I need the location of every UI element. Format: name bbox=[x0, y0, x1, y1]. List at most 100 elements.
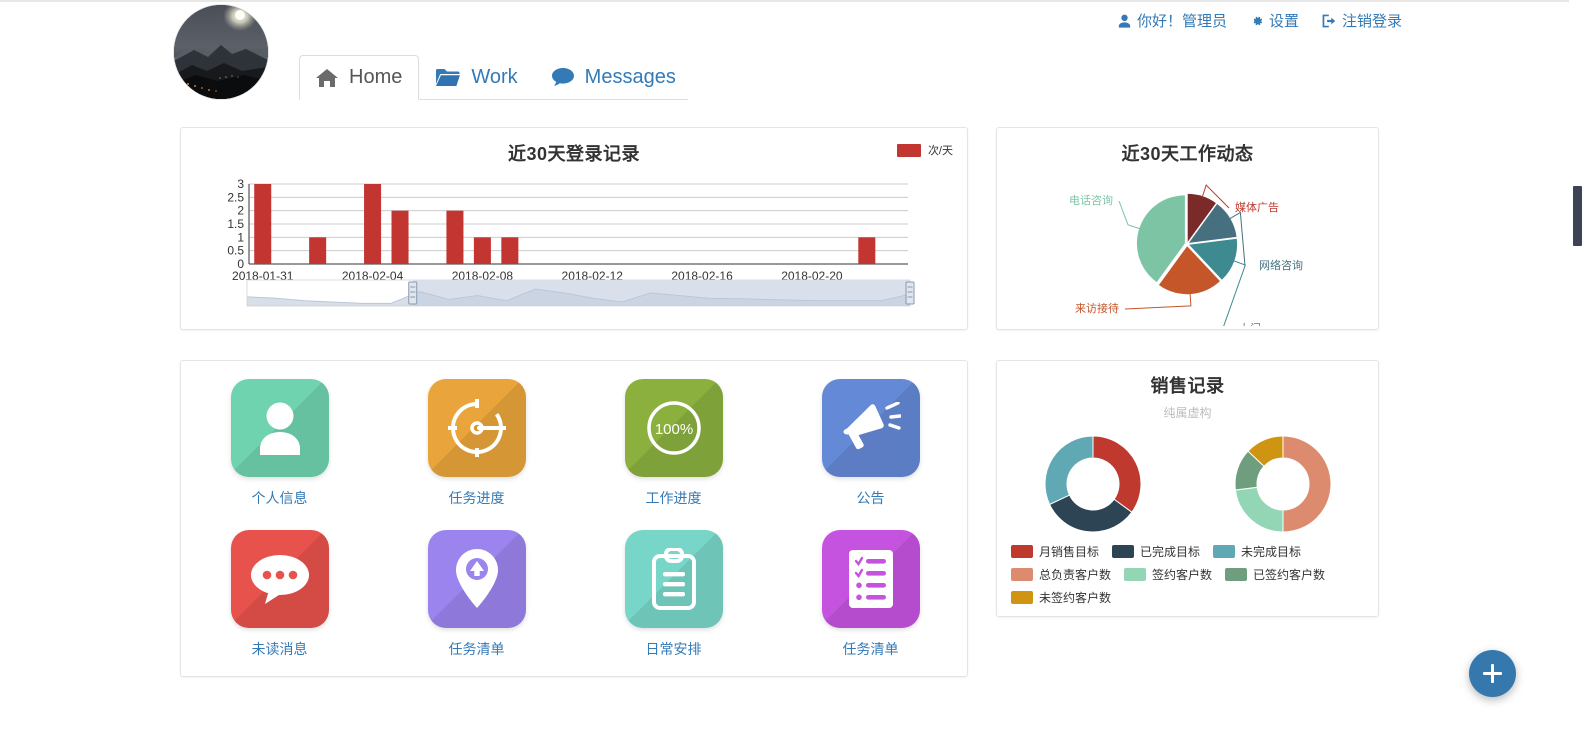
shortcut-tiles-grid: 个人信息 任务进度 100% 工作进度 公告未读消息 任务清单 日常安排 任务清单 bbox=[181, 379, 969, 659]
top-divider bbox=[0, 0, 1584, 2]
svg-text:1.5: 1.5 bbox=[227, 217, 244, 231]
sales-legend-label: 已完成目标 bbox=[1140, 545, 1201, 559]
pie-label: 上门 bbox=[1239, 321, 1261, 326]
settings-link[interactable]: 设置 bbox=[1249, 10, 1299, 31]
shortcut-tile-label[interactable]: 未读消息 bbox=[252, 639, 308, 659]
comment-icon bbox=[551, 68, 574, 87]
pie-label: 媒体广告 bbox=[1235, 200, 1279, 214]
svg-text:3: 3 bbox=[237, 177, 244, 191]
legend-swatch bbox=[1213, 545, 1236, 558]
page-scrollbar[interactable] bbox=[1569, 0, 1584, 753]
checklist-icon[interactable] bbox=[821, 530, 920, 628]
sales-legend-item[interactable]: 已完成目标 bbox=[1112, 543, 1200, 560]
legend-swatch bbox=[1011, 591, 1033, 604]
legend-swatch bbox=[1124, 568, 1147, 581]
login-record-title: 近30天登录记录 bbox=[507, 144, 641, 164]
login-record-panel: 近30天登录记录 次/天 0 0.5 1 1.5 2 2.5 3 2018-01-31 2018… bbox=[180, 127, 968, 330]
map-pin-icon[interactable] bbox=[427, 530, 526, 628]
legend-swatch bbox=[1011, 545, 1033, 558]
user-avatar[interactable] bbox=[174, 5, 268, 99]
sales-legend-label: 总负责客户数 bbox=[1039, 568, 1112, 582]
sales-legend-label: 未签约客户数 bbox=[1039, 591, 1112, 605]
work-dynamics-title: 近30天工作动态 bbox=[1121, 144, 1254, 164]
sign-out-icon bbox=[1321, 13, 1337, 29]
shortcut-tile-label[interactable]: 任务清单 bbox=[449, 639, 505, 659]
shortcut-tile-label[interactable]: 公告 bbox=[857, 488, 885, 508]
pie-label: 网络咨询 bbox=[1259, 258, 1303, 272]
greeting-link[interactable]: 你好！管理员 bbox=[1117, 10, 1227, 31]
percent-ring-icon[interactable]: 100% bbox=[624, 379, 723, 477]
person-icon[interactable] bbox=[230, 379, 329, 477]
logout-label: 注销登录 bbox=[1341, 13, 1402, 30]
shortcut-tile[interactable]: 任务清单 bbox=[821, 530, 920, 659]
tab-work-label: Work bbox=[471, 66, 518, 88]
home-icon bbox=[316, 68, 338, 88]
donut-slice[interactable] bbox=[1044, 435, 1094, 506]
shortcut-tile-label[interactable]: 任务进度 bbox=[449, 488, 505, 508]
sales-record-title: 销售记录 bbox=[1150, 376, 1225, 396]
legend-swatch bbox=[1112, 545, 1135, 558]
tab-home[interactable]: Home bbox=[299, 55, 420, 100]
shortcut-tile-label[interactable]: 任务清单 bbox=[843, 639, 899, 659]
gauge-icon[interactable] bbox=[427, 379, 526, 477]
add-button[interactable] bbox=[1469, 650, 1516, 697]
user-icon bbox=[1117, 13, 1132, 29]
svg-text:2: 2 bbox=[237, 204, 244, 218]
shortcut-tiles-panel: 个人信息 任务进度 100% 工作进度 公告未读消息 任务清单 日常安排 任务清单 bbox=[180, 360, 968, 677]
svg-text:0.5: 0.5 bbox=[227, 244, 244, 258]
login-record-legend[interactable]: 次/天 bbox=[896, 142, 953, 158]
sales-legend-label: 月销售目标 bbox=[1039, 545, 1100, 559]
sales-donut-charts bbox=[1044, 435, 1332, 533]
sales-legend-item[interactable]: 未签约客户数 bbox=[1011, 589, 1111, 606]
megaphone-icon[interactable] bbox=[821, 379, 920, 477]
sales-legend: 月销售目标 已完成目标 未完成目标总负责客户数 签约客户数 已签约客户数未签约客户数 bbox=[1011, 543, 1368, 606]
sales-legend-item[interactable]: 已签约客户数 bbox=[1225, 566, 1325, 583]
legend-label: 次/天 bbox=[927, 145, 953, 157]
gear-icon bbox=[1249, 13, 1264, 29]
sales-legend-item[interactable]: 签约客户数 bbox=[1124, 566, 1212, 583]
sales-legend-item[interactable]: 未完成目标 bbox=[1213, 543, 1301, 560]
main-tabs: Home Work Messages bbox=[299, 54, 688, 100]
tab-home-label: Home bbox=[349, 66, 403, 88]
tab-messages-label: Messages bbox=[584, 66, 676, 88]
greeting-label: 你好！管理员 bbox=[1136, 13, 1227, 30]
user-nav: 你好！管理员 设置 注销登录 bbox=[1117, 10, 1402, 31]
settings-label: 设置 bbox=[1268, 13, 1299, 30]
scrollbar-thumb[interactable] bbox=[1573, 186, 1582, 246]
page-root: 你好！管理员 设置 注销登录 Home Work Messages 近30天登录… bbox=[0, 0, 1584, 753]
donut-slice[interactable] bbox=[1234, 486, 1284, 533]
legend-swatch bbox=[1225, 568, 1248, 581]
shortcut-tile[interactable]: 公告 bbox=[821, 379, 920, 508]
logout-link[interactable]: 注销登录 bbox=[1321, 10, 1402, 31]
speech-bubble-icon[interactable] bbox=[230, 530, 329, 628]
shortcut-tile-label[interactable]: 工作进度 bbox=[646, 488, 702, 508]
sales-legend-label: 未完成目标 bbox=[1241, 545, 1302, 559]
sales-legend-label: 签约客户数 bbox=[1152, 568, 1213, 582]
shortcut-tile[interactable]: 100% 工作进度 bbox=[624, 379, 723, 508]
donut-slice[interactable] bbox=[1282, 435, 1332, 533]
pie-label: 来访接待 bbox=[1075, 301, 1119, 315]
work-dynamics-panel: 近30天工作动态 媒体广告网络咨询上门 来访接待 电话咨询 bbox=[996, 127, 1379, 330]
plus-icon-vertical bbox=[1490, 664, 1495, 683]
legend-swatch bbox=[896, 143, 921, 157]
svg-text:2.5: 2.5 bbox=[227, 190, 244, 204]
sales-legend-item[interactable]: 月销售目标 bbox=[1011, 543, 1099, 560]
tab-messages[interactable]: Messages bbox=[535, 55, 693, 100]
tab-work[interactable]: Work bbox=[419, 55, 534, 100]
shortcut-tile-label[interactable]: 个人信息 bbox=[252, 488, 308, 508]
svg-text:1: 1 bbox=[237, 230, 244, 244]
shortcut-tile[interactable]: 日常安排 bbox=[624, 530, 723, 659]
sales-legend-item[interactable]: 总负责客户数 bbox=[1011, 566, 1111, 583]
pie-label: 电话咨询 bbox=[1069, 193, 1113, 207]
clipboard-icon[interactable] bbox=[624, 530, 723, 628]
shortcut-tile-label[interactable]: 日常安排 bbox=[646, 639, 702, 659]
sales-record-panel: 销售记录 纯属虚构 月销售目标 已完成目标 未完成目标 总负责客户数 签约客户数 已签约客… bbox=[996, 360, 1379, 617]
login-bar-chart: 00.511.522.532018-01-31 2018-02-04 2018-02… bbox=[227, 177, 915, 307]
shortcut-tile[interactable]: 未读消息 bbox=[230, 530, 329, 659]
sales-legend-label: 已签约客户数 bbox=[1253, 568, 1326, 582]
shortcut-tile[interactable]: 任务进度 bbox=[427, 379, 526, 508]
folder-icon bbox=[436, 68, 461, 87]
shortcut-tile[interactable]: 个人信息 bbox=[230, 379, 329, 508]
donut-slice[interactable] bbox=[1092, 435, 1142, 513]
shortcut-tile[interactable]: 任务清单 bbox=[427, 530, 526, 659]
